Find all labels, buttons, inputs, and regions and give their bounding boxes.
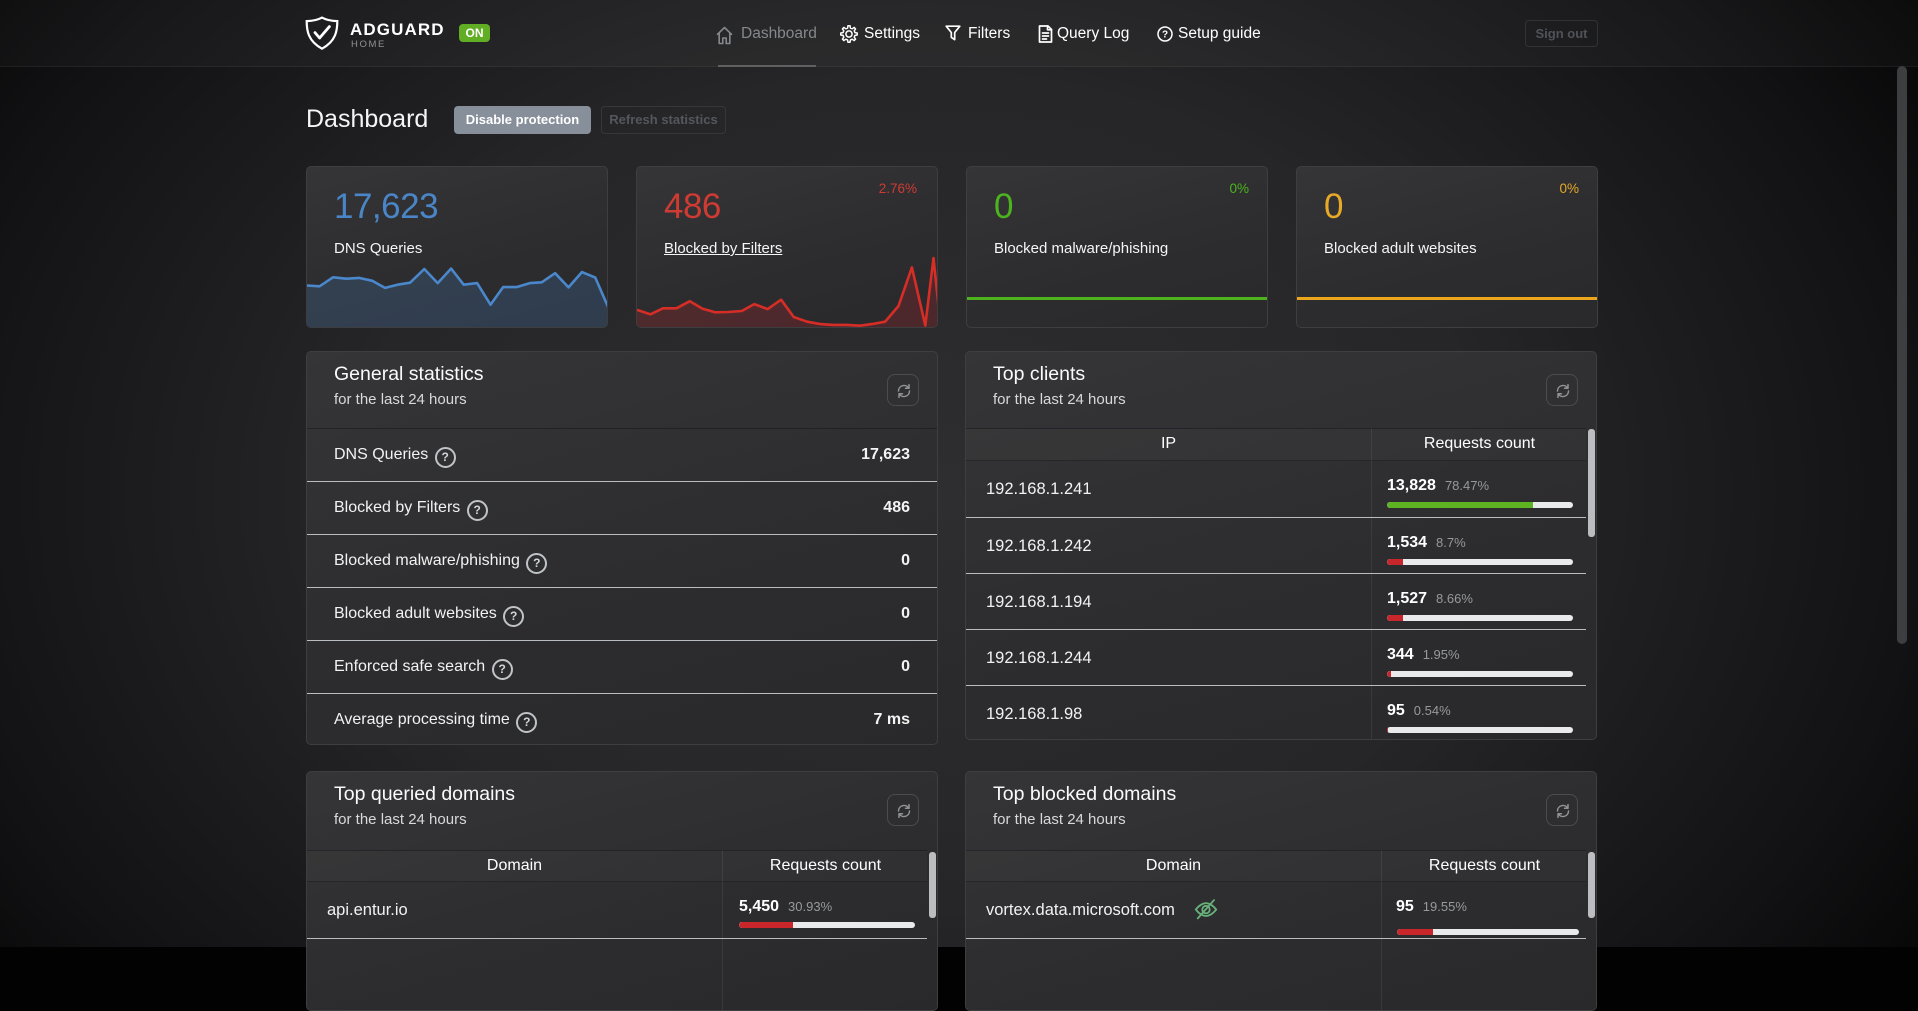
svg-text:?: ?: [1162, 29, 1168, 40]
